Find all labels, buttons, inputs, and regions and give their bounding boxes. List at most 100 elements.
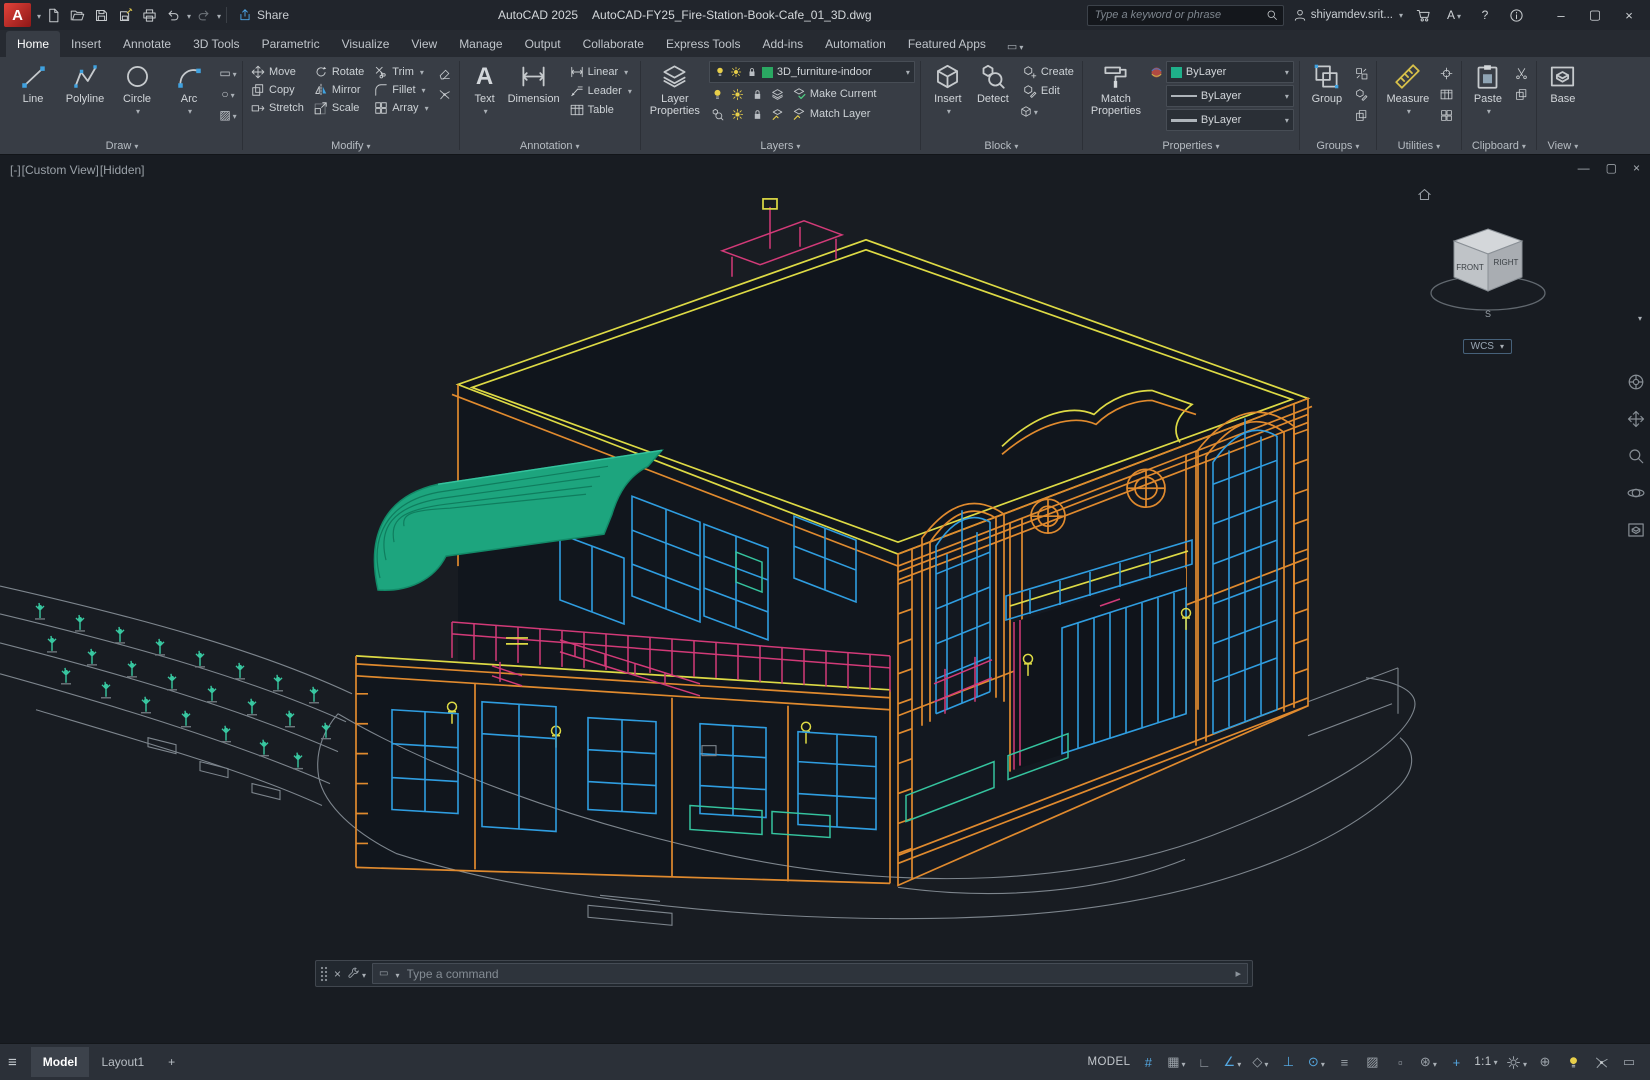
qat-customize-chevron-icon[interactable] — [215, 8, 221, 22]
full-navigation-wheel-button[interactable] — [1627, 373, 1645, 396]
autodesk-apps-button[interactable]: A — [1443, 8, 1465, 22]
layer-select[interactable]: 3D_furniture-indoor — [708, 61, 915, 83]
lineweight-select[interactable]: ByLayer — [1165, 109, 1294, 131]
layer-lock-fade-button[interactable] — [749, 105, 767, 123]
application-menu-button[interactable]: A — [4, 3, 31, 27]
erase-button[interactable] — [436, 64, 454, 82]
linetype-select[interactable]: ByLayer — [1165, 85, 1294, 107]
copy-clip-button[interactable] — [1513, 85, 1531, 103]
mirror-button[interactable]: Mirror — [311, 82, 367, 98]
ungroup-button[interactable] — [1353, 64, 1371, 82]
wcs-menu-button[interactable]: WCS — [1462, 339, 1512, 354]
close-button[interactable]: × — [1612, 1, 1646, 29]
edit-block-button[interactable]: Edit — [1020, 83, 1077, 99]
account-button[interactable]: shiyamdev.srit... — [1293, 8, 1403, 22]
ribbon-tab-automation[interactable]: Automation — [814, 31, 897, 57]
object-snap-3d-toggle[interactable]: ⊛ — [1415, 1049, 1441, 1075]
app-store-button[interactable] — [1412, 8, 1434, 23]
group-edit-button[interactable] — [1353, 85, 1371, 103]
drawing-close-button[interactable]: × — [1633, 161, 1640, 175]
assistant-button[interactable] — [1505, 8, 1527, 23]
grid-display-toggle[interactable]: # — [1135, 1049, 1161, 1075]
command-input[interactable] — [404, 965, 1231, 982]
new-layout-button[interactable]: + — [156, 1047, 187, 1077]
layer-unlock-button[interactable] — [769, 85, 787, 103]
ribbon-tab-annotate[interactable]: Annotate — [112, 31, 182, 57]
object-color-select[interactable]: ByLayer — [1165, 61, 1294, 83]
command-customize-button[interactable] — [347, 965, 366, 983]
ribbon-tab-featured-apps[interactable]: Featured Apps — [897, 31, 997, 57]
ribbon-display-toggle[interactable]: ▭ — [1007, 40, 1023, 53]
layer-properties-button[interactable]: Layer Properties — [646, 61, 704, 117]
trim-button[interactable]: Trim — [371, 64, 431, 80]
rotate-button[interactable]: Rotate — [311, 64, 367, 80]
ellipse-button[interactable]: ○ — [219, 85, 237, 103]
polyline-button[interactable]: Polyline — [59, 61, 111, 105]
insert-block-button[interactable]: Insert — [926, 61, 970, 117]
drawing-minimize-button[interactable]: — — [1578, 161, 1590, 175]
match-layer-button[interactable]: Match Layer — [789, 106, 874, 122]
array-button[interactable]: Array — [371, 100, 431, 116]
ribbon-tab-collaborate[interactable]: Collaborate — [572, 31, 655, 57]
dimension-button[interactable]: Dimension — [505, 61, 563, 105]
clean-screen-button[interactable]: ▭ — [1616, 1049, 1642, 1075]
panel-label-view[interactable]: View — [1537, 137, 1589, 154]
id-point-button[interactable] — [1438, 64, 1456, 82]
group-button[interactable]: Group — [1305, 61, 1349, 105]
command-line-grip[interactable] — [320, 965, 328, 982]
hatch-button[interactable]: ▨ — [219, 106, 237, 124]
new-drawing-button[interactable] — [41, 3, 65, 27]
minimize-button[interactable]: – — [1544, 1, 1578, 29]
help-button[interactable]: ? — [1474, 8, 1496, 22]
move-button[interactable]: Move — [248, 64, 307, 80]
selection-cycling-toggle[interactable]: ▫ — [1387, 1049, 1413, 1075]
copy-button[interactable]: Copy — [248, 82, 307, 98]
isolate-objects-button[interactable] — [1560, 1049, 1586, 1075]
annotation-scale-button[interactable]: 1:1 — [1471, 1049, 1501, 1075]
graphics-performance-button[interactable] — [1588, 1049, 1614, 1075]
measure-button[interactable]: Measure — [1382, 61, 1434, 117]
undo-button[interactable] — [161, 3, 185, 27]
recent-commands-chevron-icon[interactable] — [393, 965, 399, 983]
leader-button[interactable]: Leader — [567, 83, 635, 99]
save-button[interactable] — [89, 3, 113, 27]
layer-thaw-button[interactable] — [729, 105, 747, 123]
viewcube-south-label[interactable]: S — [1485, 309, 1491, 319]
viewcube[interactable]: FRONT RIGHT S — [1426, 213, 1552, 323]
show-motion-button[interactable] — [1627, 521, 1645, 544]
stretch-button[interactable]: Stretch — [248, 100, 307, 116]
explode-button[interactable] — [436, 85, 454, 103]
detect-block-button[interactable]: Detect — [970, 61, 1016, 105]
share-button[interactable]: Share — [238, 8, 289, 22]
fillet-button[interactable]: Fillet — [371, 82, 431, 98]
orbit-button[interactable] — [1627, 484, 1645, 507]
panel-label-clipboard[interactable]: Clipboard — [1462, 137, 1536, 154]
paste-button[interactable]: Paste — [1467, 61, 1509, 117]
panel-label-properties[interactable]: Properties — [1083, 137, 1299, 154]
ortho-mode-toggle[interactable]: ∟ — [1191, 1049, 1217, 1075]
ribbon-tab-parametric[interactable]: Parametric — [251, 31, 331, 57]
ribbon-tab-3d-tools[interactable]: 3D Tools — [182, 31, 250, 57]
maximize-button[interactable]: ▢ — [1578, 1, 1612, 29]
redo-button[interactable] — [191, 3, 215, 27]
layer-merge-button[interactable] — [769, 105, 787, 123]
scale-button[interactable]: Scale — [311, 100, 367, 116]
ribbon-tab-output[interactable]: Output — [514, 31, 572, 57]
ribbon-tab-home[interactable]: Home — [6, 31, 61, 57]
model-tab[interactable]: Model — [30, 1047, 90, 1077]
line-button[interactable]: Line — [7, 61, 59, 105]
panel-label-utilities[interactable]: Utilities — [1377, 137, 1461, 154]
ribbon-tab-express-tools[interactable]: Express Tools — [655, 31, 751, 57]
search-input[interactable] — [1092, 8, 1266, 22]
rectangle-button[interactable]: ▭ — [219, 64, 237, 82]
viewcube-front-label[interactable]: FRONT — [1456, 263, 1484, 272]
command-line-close-button[interactable]: × — [334, 967, 341, 981]
hamburger-menu-button[interactable]: ≡ — [8, 1054, 17, 1071]
plot-button[interactable] — [137, 3, 161, 27]
panel-label-block[interactable]: Block — [921, 137, 1082, 154]
command-expand-icon[interactable]: ▸ — [1235, 967, 1241, 980]
lineweight-toggle[interactable]: ≡ — [1331, 1049, 1357, 1075]
recent-commands-icon[interactable]: ▭ — [379, 968, 388, 979]
model-space-canvas[interactable]: [-] [Custom View] [Hidden] — ▢ × FRONT R… — [0, 155, 1650, 1043]
workspace-switching-button[interactable] — [1503, 1049, 1530, 1075]
